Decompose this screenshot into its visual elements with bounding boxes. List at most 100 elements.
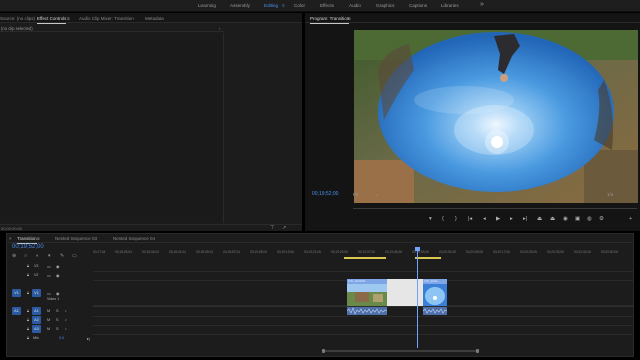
- video-clip[interactable]: VID_2022...: [423, 279, 447, 306]
- chevron-double-right-icon[interactable]: »: [480, 1, 484, 8]
- resolution-dropdown[interactable]: 1/4: [607, 192, 613, 197]
- export-icon[interactable]: ↗: [282, 225, 286, 231]
- workspace-learning[interactable]: Learning: [198, 3, 216, 8]
- snap-icon[interactable]: ⊕: [12, 253, 16, 259]
- track-lanes[interactable]: VID_202208... VID_2022...: [93, 262, 633, 346]
- mic-icon[interactable]: ♪: [65, 327, 67, 331]
- effect-controls-timecode[interactable]: 00;00;00;00: [1, 226, 22, 231]
- track-label-v2[interactable]: V2: [34, 273, 38, 277]
- source-patch-v1[interactable]: V1: [12, 289, 21, 297]
- sync-lock-icon[interactable]: ▭: [47, 291, 51, 296]
- lift-icon[interactable]: ⏏: [537, 216, 542, 222]
- program-video-frame[interactable]: [354, 30, 638, 203]
- mark-in-icon[interactable]: {: [442, 216, 444, 222]
- lock-icon[interactable]: 🔒︎: [27, 273, 29, 277]
- workspace-editing[interactable]: Editing: [264, 3, 278, 8]
- step-forward-icon[interactable]: ▸: [510, 216, 513, 222]
- track-target-v1[interactable]: V1: [32, 289, 41, 297]
- track-target-a2[interactable]: A2: [32, 316, 41, 324]
- tab-nested-sequence-04[interactable]: Nested Sequence 04: [113, 236, 155, 241]
- filter-icon[interactable]: ⊤: [270, 225, 274, 231]
- panel-menu-icon[interactable]: ≡: [67, 16, 70, 21]
- go-to-in-icon[interactable]: |◂: [468, 216, 472, 222]
- track-label-v3[interactable]: V3: [34, 264, 38, 268]
- tab-metadata[interactable]: Metadata: [145, 16, 164, 21]
- lock-icon[interactable]: 🔒︎: [27, 291, 29, 295]
- program-timecode[interactable]: 00;19;52;00: [312, 191, 338, 197]
- source-patch-a1[interactable]: A1: [12, 307, 21, 315]
- ripple-icon[interactable]: ◐: [36, 253, 39, 259]
- sync-lock-icon[interactable]: ▭: [47, 273, 51, 278]
- timeline-timecode[interactable]: 00;19;52;00: [12, 244, 44, 250]
- vr-video-icon[interactable]: ◍: [587, 216, 592, 222]
- zoom-fit-dropdown[interactable]: Fit: [353, 192, 358, 197]
- playhead[interactable]: [417, 248, 418, 348]
- workspace-color[interactable]: Color: [294, 3, 305, 8]
- mic-icon[interactable]: ♪: [65, 309, 67, 313]
- workspace-libraries[interactable]: Libraries: [441, 3, 459, 8]
- play-icon[interactable]: ▶: [496, 216, 500, 222]
- marker-icon[interactable]: ▾: [429, 216, 432, 222]
- scrollbar-right-handle[interactable]: [476, 349, 479, 353]
- mute-button[interactable]: M: [47, 309, 50, 313]
- audio-clip[interactable]: [423, 307, 447, 315]
- tab-nested-sequence-03[interactable]: Nested Sequence 03: [55, 236, 97, 241]
- workspace-captions[interactable]: Captions: [409, 3, 427, 8]
- lock-icon[interactable]: 🔒︎: [27, 327, 29, 331]
- lock-icon[interactable]: 🔒︎: [27, 264, 29, 268]
- sync-lock-icon[interactable]: ▭: [47, 264, 51, 269]
- extract-icon[interactable]: ⏏: [550, 216, 555, 222]
- hamburger-icon[interactable]: ≡: [282, 3, 285, 8]
- comparison-view-icon[interactable]: ▣: [575, 216, 580, 222]
- workspace-effects[interactable]: Effects: [320, 3, 334, 8]
- scrollbar-left-handle[interactable]: [322, 349, 325, 353]
- go-to-end-icon[interactable]: ▸|: [87, 336, 90, 341]
- panel-menu-icon[interactable]: ≡: [37, 236, 40, 241]
- workspace-graphics[interactable]: Graphics: [376, 3, 394, 8]
- scrollbar-thumb[interactable]: [323, 350, 478, 352]
- video-clip[interactable]: VID_202208...: [347, 279, 387, 306]
- time-ruler[interactable]: 00;17;04 00;18;25;04 00;18;33;04 00;18;4…: [93, 250, 633, 256]
- panel-menu-icon[interactable]: ≡: [348, 16, 351, 21]
- render-bar-yellow: [344, 257, 386, 259]
- audio-clip[interactable]: [347, 307, 387, 315]
- chevron-down-icon[interactable]: ⌄: [375, 192, 379, 198]
- mic-icon[interactable]: ♪: [65, 318, 67, 322]
- close-icon[interactable]: ×: [9, 236, 12, 241]
- captions-icon[interactable]: ▭: [72, 253, 77, 259]
- linked-selection-icon[interactable]: ∩: [24, 253, 28, 259]
- add-button-icon[interactable]: +: [629, 216, 632, 222]
- solo-button[interactable]: S: [56, 309, 59, 313]
- track-target-a1[interactable]: A1: [32, 307, 41, 315]
- chevron-right-icon[interactable]: ›: [219, 26, 220, 31]
- solo-button[interactable]: S: [56, 318, 59, 322]
- track-target-a3[interactable]: A3: [32, 325, 41, 333]
- tab-effect-controls[interactable]: Effect Controls: [37, 16, 67, 24]
- program-monitor-header: Program: Transition ≡: [305, 13, 640, 24]
- add-marker-icon[interactable]: ▾: [48, 253, 51, 259]
- eye-icon[interactable]: ◉: [56, 264, 59, 269]
- timeline-horizontal-scrollbar[interactable]: [93, 349, 633, 353]
- solo-button[interactable]: S: [56, 327, 59, 331]
- lock-icon[interactable]: 🔒︎: [27, 336, 29, 340]
- program-title[interactable]: Program: Transition: [310, 16, 350, 24]
- wrench-icon[interactable]: ✎: [60, 253, 64, 259]
- tab-audio-clip-mixer[interactable]: Audio Clip Mixer: Transition: [79, 16, 134, 21]
- settings-wrench-icon[interactable]: ⚙: [599, 216, 604, 222]
- eye-icon[interactable]: ◉: [56, 291, 59, 296]
- step-back-icon[interactable]: ◂: [483, 216, 486, 222]
- mark-out-icon[interactable]: }: [455, 216, 457, 222]
- tab-transition[interactable]: Transition: [17, 236, 37, 244]
- mix-volume-value[interactable]: 0.0: [59, 336, 64, 340]
- tab-source[interactable]: Source: (no clips): [0, 16, 35, 21]
- program-scrubber[interactable]: [353, 208, 637, 209]
- mute-button[interactable]: M: [47, 327, 50, 331]
- lock-icon[interactable]: 🔒︎: [27, 318, 29, 322]
- eye-icon[interactable]: ◉: [56, 273, 59, 278]
- export-frame-icon[interactable]: ◉: [563, 216, 568, 222]
- go-to-out-icon[interactable]: ▸|: [523, 216, 527, 222]
- workspace-audio[interactable]: Audio: [349, 3, 361, 8]
- workspace-assembly[interactable]: Assembly: [230, 3, 250, 8]
- lock-icon[interactable]: 🔒︎: [27, 309, 29, 313]
- mute-button[interactable]: M: [47, 318, 50, 322]
